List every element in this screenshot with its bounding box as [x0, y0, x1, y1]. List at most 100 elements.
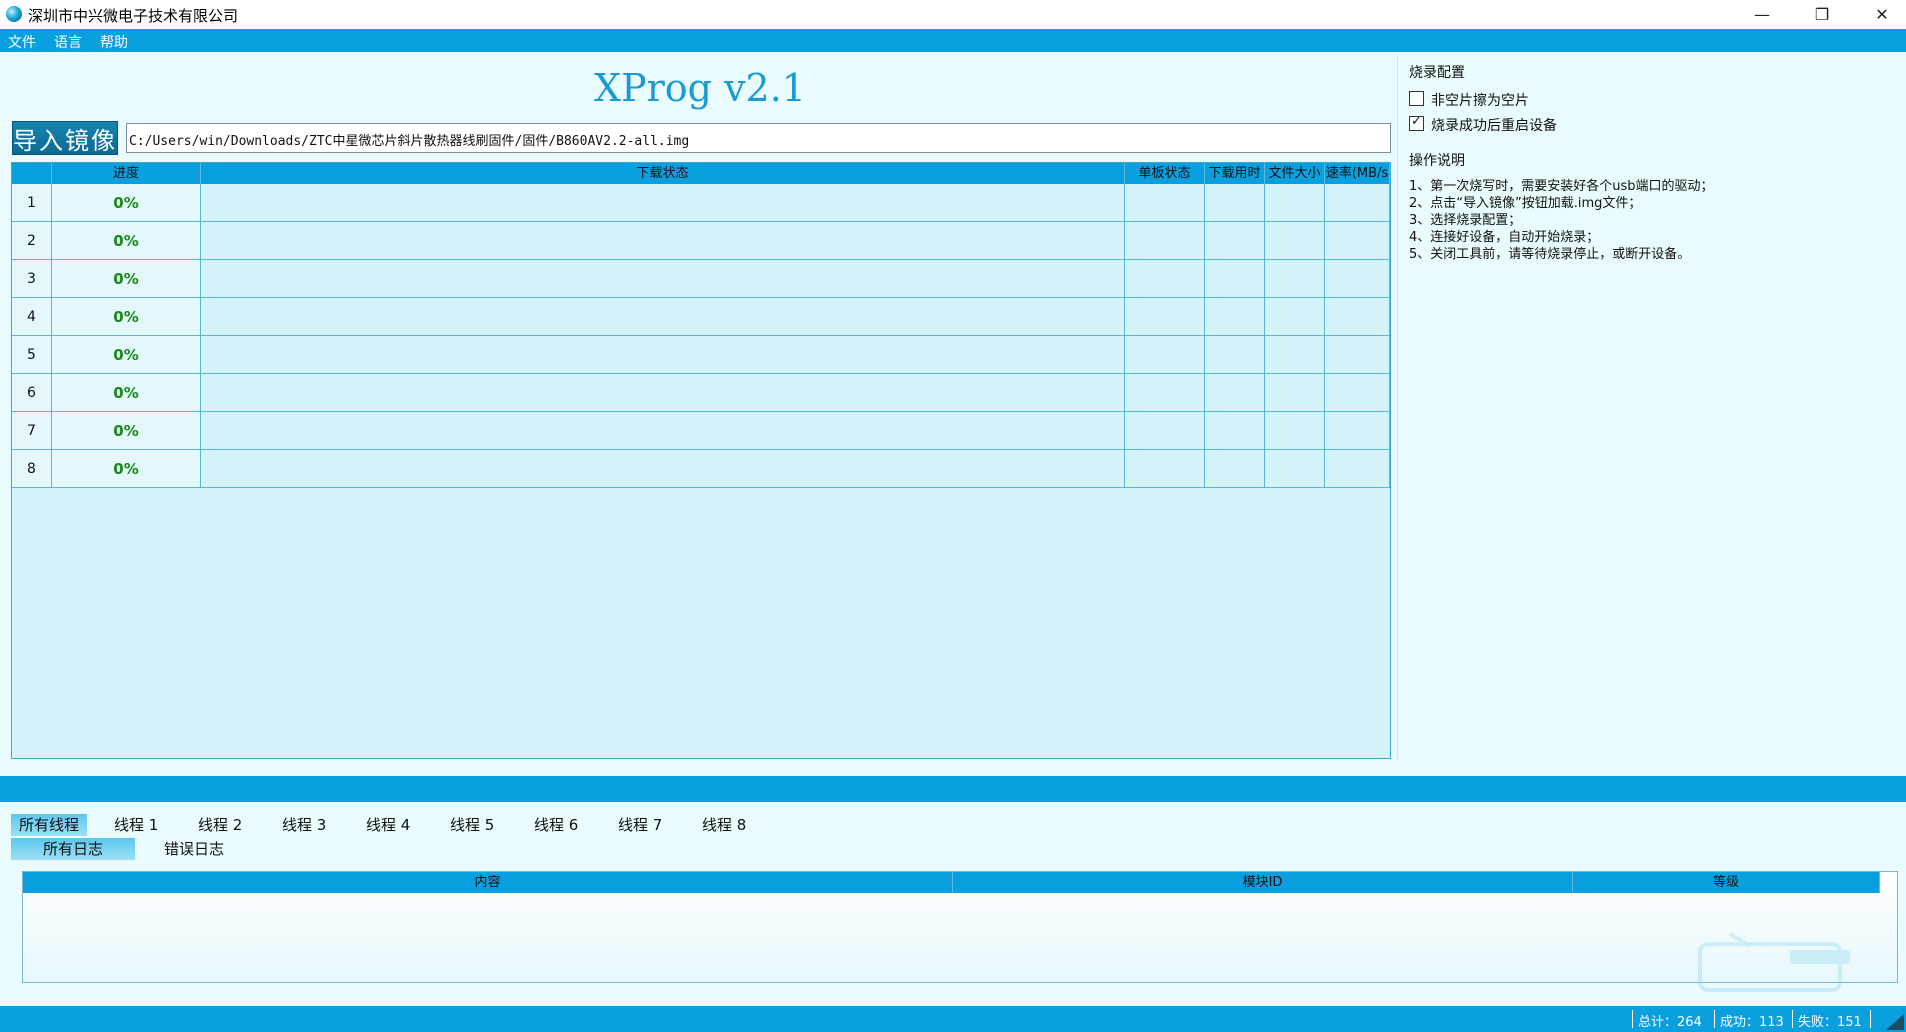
table-row[interactable]: 5 0%: [12, 336, 1390, 374]
tab-all-threads[interactable]: 所有线程: [11, 814, 88, 836]
status-separator: [1870, 1010, 1871, 1028]
erase-nonempty-checkbox[interactable]: [1409, 91, 1424, 106]
row-progress: 0%: [52, 412, 201, 450]
row-progress: 0%: [52, 298, 201, 336]
row-index: 2: [12, 222, 52, 260]
row-file-size: [1265, 298, 1325, 336]
erase-nonempty-label: 非空片擦为空片: [1431, 93, 1529, 109]
row-download-time: [1205, 298, 1265, 336]
tab-thread-5[interactable]: 线程 5: [450, 814, 494, 836]
app-title: XProg v2.1: [594, 66, 806, 110]
tab-thread-1[interactable]: 线程 1: [114, 814, 158, 836]
row-download-time: [1205, 260, 1265, 298]
row-board-status: [1125, 374, 1205, 412]
col-progress: 进度: [52, 163, 201, 184]
status-separator: [1714, 1010, 1715, 1028]
restore-button[interactable]: ❐: [1798, 0, 1846, 29]
image-path-field[interactable]: C:/Users/win/Downloads/ZTC中星微芯片斜片散热器线刷固件…: [126, 123, 1391, 153]
row-download-status: [201, 450, 1125, 488]
row-file-size: [1265, 222, 1325, 260]
menu-language[interactable]: 语言: [54, 32, 82, 52]
row-download-status: [201, 336, 1125, 374]
log-col-content: 内容: [23, 872, 953, 893]
status-fail: 失败：151: [1798, 1015, 1862, 1030]
row-index: 4: [12, 298, 52, 336]
row-download-status: [201, 222, 1125, 260]
table-row[interactable]: 7 0%: [12, 412, 1390, 450]
window-title: 深圳市中兴微电子技术有限公司: [28, 7, 239, 25]
row-file-size: [1265, 184, 1325, 222]
minimize-button[interactable]: —: [1738, 0, 1786, 29]
row-index: 1: [12, 184, 52, 222]
row-progress: 0%: [52, 450, 201, 488]
tab-error-logs[interactable]: 错误日志: [164, 838, 224, 860]
col-download-time: 下载用时: [1205, 163, 1265, 184]
status-bar: 总计：264 成功：113 失败：151: [0, 1006, 1906, 1032]
instructions-label: 操作说明: [1409, 153, 1465, 169]
row-board-status: [1125, 222, 1205, 260]
section-divider: [0, 776, 1906, 802]
right-panel: [1397, 56, 1906, 759]
row-progress: 0%: [52, 374, 201, 412]
table-row[interactable]: 4 0%: [12, 298, 1390, 336]
tab-thread-8[interactable]: 线程 8: [702, 814, 746, 836]
menu-file[interactable]: 文件: [8, 32, 36, 52]
log-header: 内容 模块ID 等级: [23, 872, 1880, 893]
row-speed: [1325, 450, 1390, 488]
row-index: 8: [12, 450, 52, 488]
row-download-time: [1205, 374, 1265, 412]
row-speed: [1325, 374, 1390, 412]
tab-thread-2[interactable]: 线程 2: [198, 814, 242, 836]
row-progress: 0%: [52, 336, 201, 374]
tab-thread-6[interactable]: 线程 6: [534, 814, 578, 836]
row-file-size: [1265, 374, 1325, 412]
row-file-size: [1265, 260, 1325, 298]
row-file-size: [1265, 336, 1325, 374]
row-download-time: [1205, 222, 1265, 260]
col-download-status: 下载状态: [201, 163, 1125, 184]
row-board-status: [1125, 412, 1205, 450]
config-label: 烧录配置: [1409, 65, 1465, 81]
status-separator: [1792, 1010, 1793, 1028]
tab-thread-7[interactable]: 线程 7: [618, 814, 662, 836]
tab-all-logs[interactable]: 所有日志: [11, 838, 135, 860]
table-row[interactable]: 1 0%: [12, 184, 1390, 222]
instruction-line: 5、关闭工具前，请等待烧录停止，或断开设备。: [1409, 247, 1691, 262]
log-col-module-id: 模块ID: [953, 872, 1573, 893]
row-index: 7: [12, 412, 52, 450]
row-index: 5: [12, 336, 52, 374]
col-file-size: 文件大小: [1265, 163, 1325, 184]
col-index: [12, 163, 52, 184]
watermark-logo: [1698, 932, 1850, 992]
row-speed: [1325, 412, 1390, 450]
row-speed: [1325, 184, 1390, 222]
row-download-time: [1205, 336, 1265, 374]
title-bar: 深圳市中兴微电子技术有限公司 — ❐ ✕: [0, 0, 1906, 29]
table-row[interactable]: 6 0%: [12, 374, 1390, 412]
table-row[interactable]: 3 0%: [12, 260, 1390, 298]
row-speed: [1325, 260, 1390, 298]
row-file-size: [1265, 412, 1325, 450]
progress-grid: 进度 下载状态 单板状态 下载用时 文件大小 速率(MB/s 1 0% 2 0% 3 0%…: [11, 162, 1391, 759]
import-image-button[interactable]: 导入镜像: [12, 121, 118, 155]
row-board-status: [1125, 260, 1205, 298]
table-row[interactable]: 8 0%: [12, 450, 1390, 488]
status-success: 成功：113: [1720, 1015, 1784, 1030]
menu-help[interactable]: 帮助: [100, 32, 128, 52]
row-speed: [1325, 222, 1390, 260]
row-download-time: [1205, 450, 1265, 488]
app-logo-icon: [6, 6, 22, 22]
close-button[interactable]: ✕: [1858, 0, 1906, 29]
row-board-status: [1125, 184, 1205, 222]
row-progress: 0%: [52, 184, 201, 222]
row-board-status: [1125, 298, 1205, 336]
resize-grip-icon[interactable]: [1884, 1014, 1904, 1030]
grid-header: 进度 下载状态 单板状态 下载用时 文件大小 速率(MB/s: [12, 163, 1390, 184]
row-file-size: [1265, 450, 1325, 488]
tab-thread-3[interactable]: 线程 3: [282, 814, 326, 836]
reboot-after-burn-checkbox[interactable]: [1409, 114, 1424, 131]
row-download-status: [201, 184, 1125, 222]
table-row[interactable]: 2 0%: [12, 222, 1390, 260]
row-progress: 0%: [52, 260, 201, 298]
tab-thread-4[interactable]: 线程 4: [366, 814, 410, 836]
